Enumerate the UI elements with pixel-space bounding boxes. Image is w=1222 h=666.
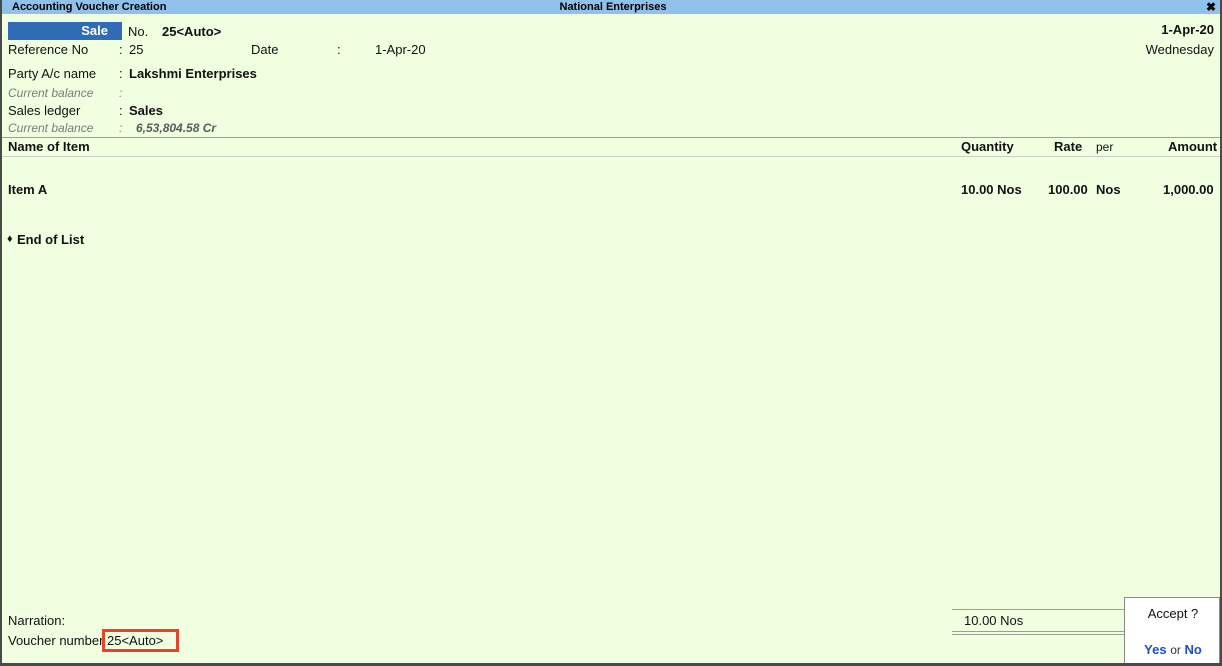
screen-title: Accounting Voucher Creation: [12, 1, 167, 13]
voucher-no-value[interactable]: 25<Auto>: [162, 24, 221, 39]
totals-bottom-rule-2: [952, 634, 1124, 635]
total-quantity: 10.00 Nos: [964, 613, 1024, 628]
item-quantity[interactable]: 10.00 Nos: [961, 182, 1022, 197]
column-per: per: [1096, 140, 1114, 154]
item-per[interactable]: Nos: [1096, 182, 1121, 197]
party-account-colon: :: [119, 66, 123, 81]
sales-ledger-label: Sales ledger: [8, 103, 81, 118]
accept-yes-button[interactable]: Yes: [1144, 642, 1166, 657]
column-name-of-item: Name of Item: [8, 139, 90, 154]
end-of-list-bullet-icon: ♦: [7, 233, 13, 245]
party-account-label: Party A/c name: [8, 66, 97, 81]
accept-title: Accept ?: [1147, 606, 1199, 621]
accept-or-label: or: [1170, 643, 1181, 657]
table-column-header: Name of Item Quantity Rate per Amount: [2, 139, 1220, 155]
item-amount[interactable]: 1,000.00: [1163, 182, 1214, 197]
header-date: 1-Apr-20: [1161, 22, 1214, 37]
totals-top-rule: [952, 609, 1124, 610]
table-header-top-rule: [2, 137, 1220, 138]
party-account-value[interactable]: Lakshmi Enterprises: [129, 66, 257, 81]
accept-choice-row: Yes or No: [1125, 642, 1220, 657]
totals-bottom-rule-1: [952, 631, 1124, 632]
end-of-list-label: End of List: [17, 232, 85, 247]
column-amount: Amount: [1168, 139, 1218, 154]
ledger-current-balance-label: Current balance: [8, 121, 94, 135]
accept-dialog: Accept ? Yes or No: [1124, 597, 1220, 663]
item-name[interactable]: Item A: [8, 182, 47, 197]
column-quantity: Quantity: [961, 139, 1014, 154]
date-colon: :: [337, 42, 341, 57]
accept-no-button[interactable]: No: [1185, 642, 1202, 657]
voucher-type-chip[interactable]: Sale: [8, 22, 122, 40]
date-label: Date: [251, 42, 279, 57]
voucher-no-label: No.: [128, 24, 149, 39]
party-current-balance-label: Current balance: [8, 86, 94, 100]
ledger-current-balance-colon: :: [119, 121, 123, 135]
narration-label: Narration:: [8, 613, 66, 628]
column-rate: Rate: [1054, 139, 1083, 154]
tally-voucher-window: National Enterprises Accounting Voucher …: [0, 0, 1222, 666]
header-day: Wednesday: [1145, 42, 1214, 57]
ledger-current-balance-value: 6,53,804.58 Cr: [136, 121, 217, 135]
reference-no-colon: :: [119, 42, 123, 57]
company-name: National Enterprises: [559, 1, 667, 13]
voucher-number-value[interactable]: 25<Auto>: [107, 633, 163, 648]
sales-ledger-colon: :: [119, 103, 123, 118]
voucher-number-label: Voucher number: [8, 633, 104, 648]
item-rate[interactable]: 100.00: [1048, 182, 1088, 197]
date-value[interactable]: 1-Apr-20: [375, 42, 426, 57]
table-header-bottom-rule: [2, 156, 1220, 157]
party-current-balance-colon: :: [119, 86, 123, 100]
window-title-bar: National Enterprises Accounting Voucher …: [2, 0, 1220, 14]
sales-ledger-value[interactable]: Sales: [129, 103, 163, 118]
close-icon[interactable]: ✖: [1206, 0, 1216, 14]
reference-no-value[interactable]: 25: [129, 42, 143, 57]
reference-no-label: Reference No: [8, 42, 89, 57]
